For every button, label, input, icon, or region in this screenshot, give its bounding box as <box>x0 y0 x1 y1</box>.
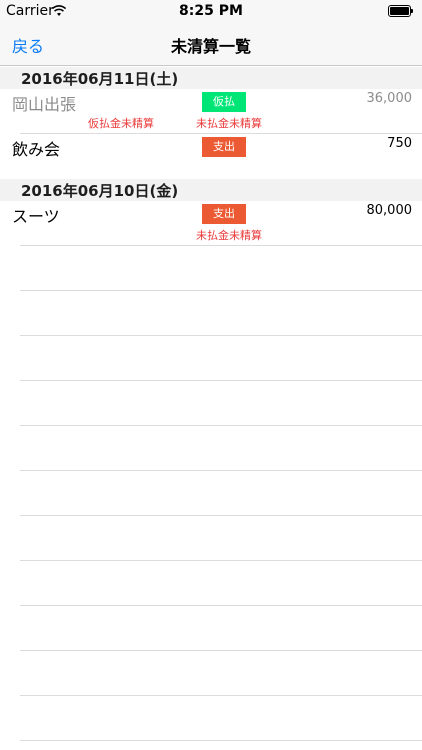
battery-icon <box>388 5 414 17</box>
divider <box>20 605 422 606</box>
section-date-label: 2016年06月11日(土) <box>21 70 179 88</box>
status-badge: 支出 <box>202 204 246 224</box>
page-title: 未清算一覧 <box>170 37 251 56</box>
item-amount: 750 <box>387 136 412 151</box>
item-title: 岡山出張 <box>12 95 77 114</box>
divider <box>20 695 422 696</box>
divider <box>20 245 422 246</box>
item-amount: 80,000 <box>366 203 413 218</box>
section-header-date: 2016年06月11日(土) <box>0 67 422 89</box>
item-title: 飲み会 <box>12 140 61 159</box>
navigation-bar: 戻る 未清算一覧 <box>0 22 422 66</box>
divider <box>20 650 422 651</box>
divider <box>20 740 422 741</box>
list-item[interactable]: スーツ 支出 80,000 未払金未精算 <box>0 201 422 246</box>
divider <box>20 290 422 291</box>
status-badge: 支出 <box>202 137 246 157</box>
divider <box>20 380 422 381</box>
unsettled-label: 仮払金未精算 <box>88 117 154 130</box>
list-item[interactable]: 岡山出張 仮払 36,000 仮払金未精算 未払金未精算 <box>0 89 422 134</box>
unsettled-label: 未払金未精算 <box>196 229 262 242</box>
divider <box>20 515 422 516</box>
item-amount: 36,000 <box>366 91 413 106</box>
divider <box>20 335 422 336</box>
clock: 8:25 PM <box>179 3 243 19</box>
status-bar: Carrier 8:25 PM <box>0 0 422 22</box>
divider <box>20 425 422 426</box>
list-item[interactable]: 飲み会 支出 750 <box>0 134 422 179</box>
section-header-date: 2016年06月10日(金) <box>0 179 422 201</box>
divider <box>20 560 422 561</box>
divider <box>20 470 422 471</box>
unsettled-label: 未払金未精算 <box>196 117 262 130</box>
item-title: スーツ <box>12 207 60 226</box>
status-badge: 仮払 <box>202 92 246 112</box>
section-date-label: 2016年06月10日(金) <box>21 182 179 200</box>
